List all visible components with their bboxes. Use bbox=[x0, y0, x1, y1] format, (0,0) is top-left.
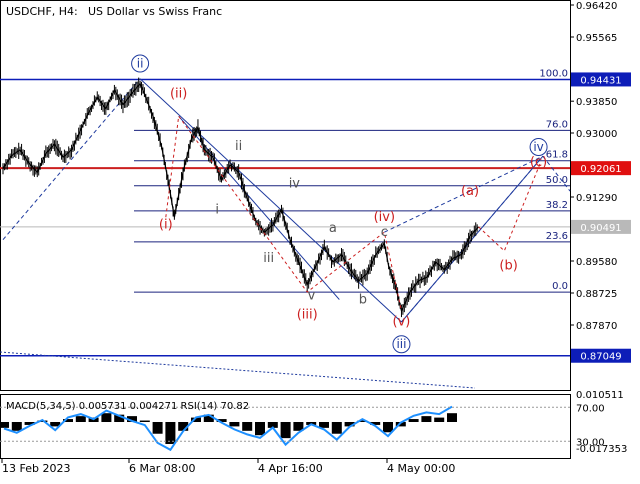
wave-line-blue bbox=[2, 78, 141, 240]
wave-label: ii bbox=[235, 139, 242, 154]
wave-label: (v) bbox=[393, 315, 411, 330]
macd-bar bbox=[434, 417, 445, 422]
y-axis-label: 0.91290 bbox=[576, 193, 617, 204]
fib-level-label: 61.8 bbox=[546, 150, 568, 161]
wave-label: iii bbox=[263, 251, 274, 266]
macd-bar bbox=[139, 420, 150, 422]
wave-label: i bbox=[215, 202, 219, 217]
price-tag-label: 0.90491 bbox=[580, 223, 621, 234]
wave-label: (b) bbox=[499, 259, 517, 274]
symbol-description: US Dollar vs Swiss Franc bbox=[88, 5, 222, 18]
channel-line bbox=[139, 78, 402, 323]
y-axis-label: 0.87870 bbox=[576, 321, 617, 332]
indicator-axis-label: -0.017353 bbox=[576, 444, 627, 455]
x-axis-label: 13 Feb 2023 bbox=[2, 462, 70, 475]
y-axis-label: 0.89580 bbox=[576, 257, 617, 268]
macd-bar bbox=[75, 416, 86, 422]
wave-label: a bbox=[329, 221, 337, 236]
macd-bar bbox=[280, 422, 291, 439]
wave-label: c bbox=[381, 225, 388, 240]
price-tag-label: 0.94431 bbox=[580, 75, 621, 86]
indicator-title: MACD(5,34,5) 0.005731 0.004271 RSI(14) 7… bbox=[6, 401, 249, 412]
wave-label: (iv) bbox=[374, 210, 395, 225]
fib-level-label: 0.0 bbox=[552, 281, 568, 292]
price-tag-label: 0.92061 bbox=[580, 164, 621, 175]
macd-bar bbox=[242, 422, 253, 431]
y-axis-label: 0.93850 bbox=[576, 97, 617, 108]
price-pane-frame bbox=[0, 0, 571, 391]
macd-bar bbox=[11, 422, 22, 431]
symbol-label: USDCHF, H4: bbox=[6, 5, 78, 18]
y-axis-label: 0.95565 bbox=[576, 33, 617, 44]
wave-label: b bbox=[359, 292, 367, 307]
wave-label: v bbox=[308, 289, 316, 304]
fib-level-label: 100.0 bbox=[539, 68, 568, 79]
macd-bar bbox=[408, 419, 419, 422]
macd-bar bbox=[0, 422, 9, 428]
x-axis-label: 4 May 00:00 bbox=[387, 462, 455, 475]
macd-bar bbox=[255, 422, 265, 436]
macd-bar bbox=[101, 413, 112, 422]
wave-label: (i) bbox=[159, 217, 173, 232]
wave-line-red bbox=[165, 114, 402, 311]
macd-bar bbox=[152, 422, 163, 434]
macd-bar bbox=[447, 413, 457, 422]
x-axis-label: 4 Apr 16:00 bbox=[258, 462, 323, 475]
wave-label: (iii) bbox=[297, 307, 318, 322]
fib-level-label: 23.6 bbox=[546, 231, 568, 242]
macd-bar bbox=[165, 422, 176, 444]
fib-level-label: 76.0 bbox=[546, 119, 568, 130]
fib-level-label: 38.2 bbox=[546, 200, 568, 211]
y-axis-label: 0.93000 bbox=[576, 129, 617, 140]
macd-bar bbox=[383, 422, 393, 433]
price-tag-label: 0.87049 bbox=[580, 352, 621, 363]
macd-bar bbox=[421, 416, 432, 422]
wave-label: iv bbox=[533, 140, 543, 154]
macd-bar bbox=[229, 422, 240, 427]
y-axis-label: 0.88725 bbox=[576, 289, 617, 300]
indicator-axis-label: 70.00 bbox=[576, 403, 605, 414]
price-chart[interactable]: 100.076.061.850.038.223.60.0 0.944310.92… bbox=[0, 0, 640, 480]
wave-label: ii bbox=[137, 57, 144, 71]
macd-bar bbox=[331, 422, 342, 434]
y-axis-label: 0.96420 bbox=[576, 1, 617, 12]
wave-label: (ii) bbox=[170, 86, 187, 101]
wave-label: iv bbox=[289, 176, 301, 191]
price-line bbox=[2, 82, 480, 313]
wave-label: iii bbox=[396, 337, 406, 351]
forecast-path bbox=[478, 162, 542, 252]
wave-label: (c) bbox=[530, 155, 547, 170]
indicator-axis-label: 0.010511 bbox=[576, 390, 624, 401]
trend-line bbox=[0, 351, 476, 389]
x-axis-label: 6 Mar 08:00 bbox=[129, 462, 195, 475]
chart-window: 100.0 76.0 61.8 50.0 38.2 23.6 0.0 0.94431 0.92… bbox=[0, 0, 640, 480]
wave-label: (a) bbox=[461, 184, 479, 199]
